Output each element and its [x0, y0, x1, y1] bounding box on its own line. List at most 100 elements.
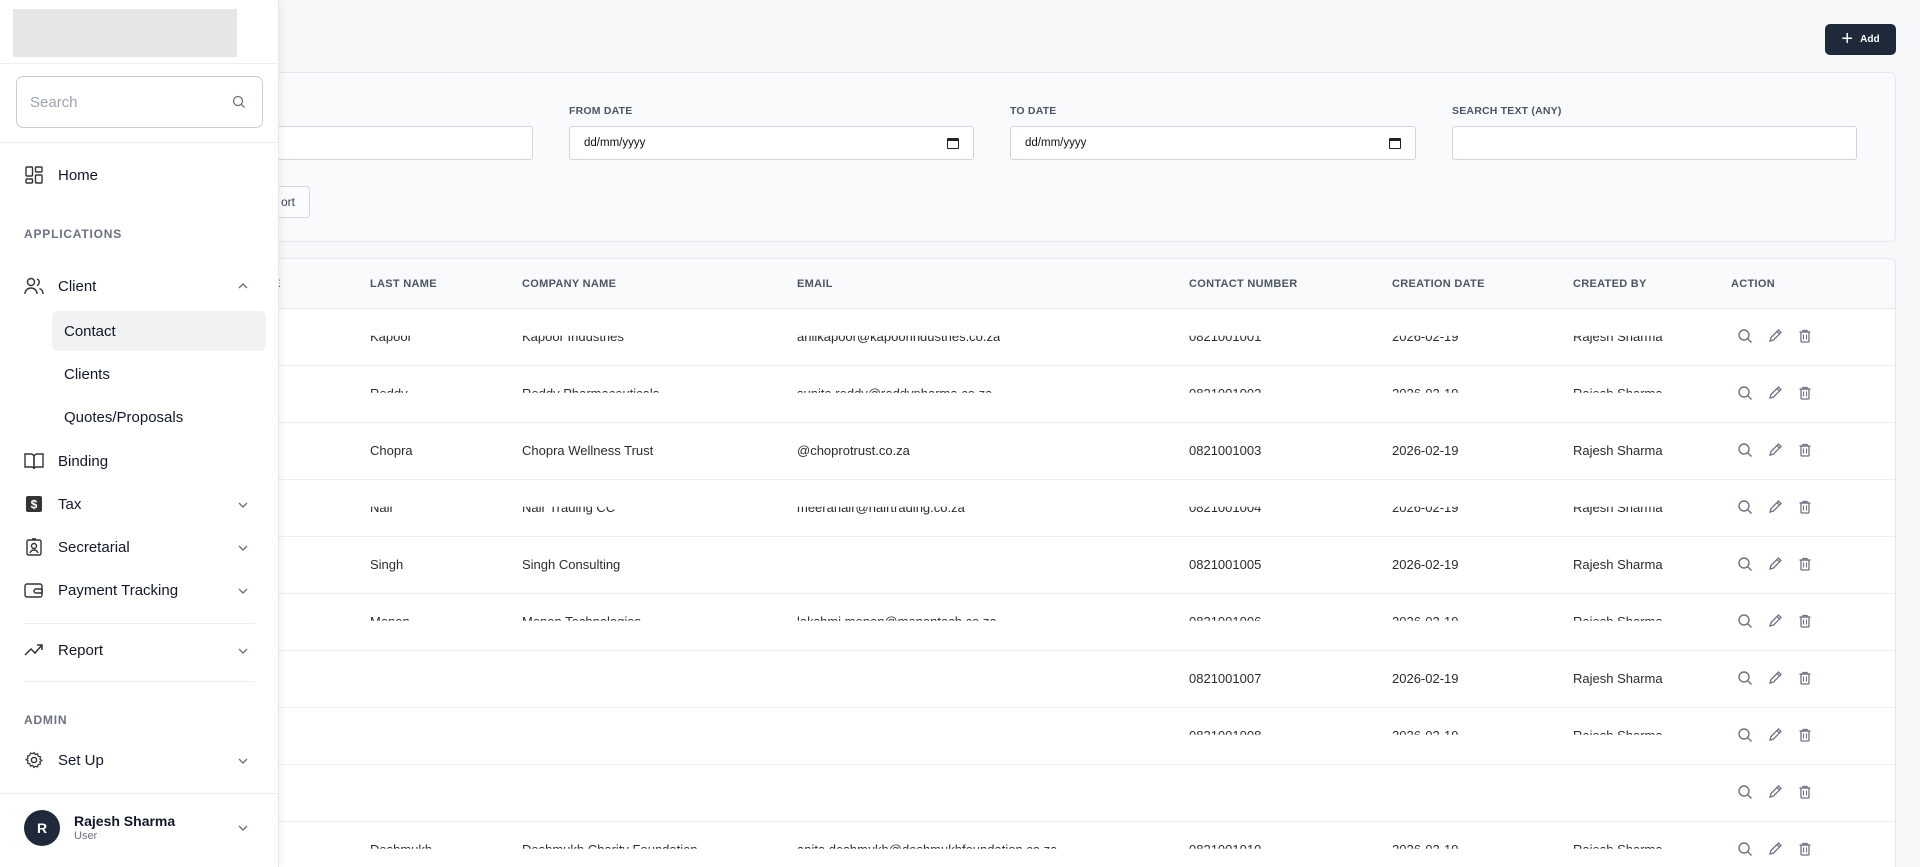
calendar-icon[interactable] — [1389, 137, 1401, 149]
sidebar-item-label: Secretarial — [58, 538, 130, 556]
edit-icon[interactable] — [1767, 385, 1785, 403]
add-button-label: Add — [1860, 34, 1880, 45]
sidebar-item-label: Client — [58, 277, 97, 295]
divider — [0, 793, 279, 794]
cell-date: 2026-02-19 — [1392, 671, 1459, 686]
search-text-input[interactable] — [1452, 126, 1857, 160]
sidebar-item-binding[interactable]: Binding — [24, 451, 108, 471]
sidebar-subitem-quotes[interactable]: Quotes/Proposals — [52, 397, 266, 437]
cell-date: 2026-02-19 — [1392, 329, 1459, 344]
sidebar-item-label: Home — [58, 166, 99, 184]
delete-icon[interactable] — [1797, 556, 1815, 574]
table-row[interactable]: Menon Menon Technologies lakshmi.menon@men… — [211, 594, 1895, 651]
view-icon[interactable] — [1737, 328, 1755, 346]
view-icon[interactable] — [1737, 670, 1755, 688]
delete-icon[interactable] — [1797, 613, 1815, 631]
cell-date: 2026-02-19 — [1392, 443, 1459, 458]
chevron-down-icon[interactable] — [236, 541, 250, 555]
delete-icon[interactable] — [1797, 670, 1815, 688]
svg-text:$: $ — [31, 498, 38, 512]
cell-date: 2026-02-19 — [1392, 842, 1459, 857]
delete-icon[interactable] — [1797, 841, 1815, 859]
table-row[interactable] — [211, 765, 1895, 822]
cell-company: Singh Consulting — [522, 557, 621, 572]
to-date-input[interactable]: dd/mm/yyyy — [1010, 126, 1416, 160]
view-icon[interactable] — [1737, 385, 1755, 403]
user-profile[interactable]: R Rajesh Sharma User — [24, 810, 175, 846]
plus-icon: + — [1841, 27, 1854, 50]
sidebar-item-label: Clients — [64, 365, 110, 383]
view-icon[interactable] — [1737, 556, 1755, 574]
edit-icon[interactable] — [1767, 784, 1785, 802]
col-creation-date: CREATION DATE — [1392, 278, 1485, 290]
chevron-up-icon[interactable] — [236, 279, 250, 293]
sidebar-search-input[interactable]: Search — [16, 76, 263, 128]
delete-icon[interactable] — [1797, 385, 1815, 403]
view-icon[interactable] — [1737, 442, 1755, 460]
sidebar-subitem-contact[interactable]: Contact — [52, 311, 266, 351]
cell-by: Rajesh Sharma — [1573, 671, 1663, 686]
edit-icon[interactable] — [1767, 613, 1785, 631]
cell-email: lakshmi.menon@menontech.co.za — [797, 614, 997, 629]
chevron-down-icon[interactable] — [236, 821, 250, 835]
cell-email: anita.deshmukh@deshmukhfoundation.co.za — [797, 842, 1058, 857]
sidebar-item-tax[interactable]: $ Tax — [24, 494, 81, 514]
table-row[interactable]: Nair Nair Trading CC meeranair@nairtrading… — [211, 480, 1895, 537]
chevron-down-icon[interactable] — [236, 644, 250, 658]
delete-icon[interactable] — [1797, 784, 1815, 802]
sidebar-item-home[interactable]: Home — [24, 165, 98, 185]
cell-by: Rajesh Sharma — [1573, 329, 1663, 344]
table-row[interactable]: 0821001007 2026-02-19 Rajesh Sharma — [211, 651, 1895, 708]
sidebar-item-secretarial[interactable]: Secretarial — [24, 537, 130, 557]
section-applications: APPLICATIONS — [24, 227, 123, 241]
edit-icon[interactable] — [1767, 442, 1785, 460]
cell-company: Deshmukh Charity Foundation — [522, 842, 698, 857]
sidebar-item-report[interactable]: Report — [24, 640, 103, 660]
dashboard-icon — [24, 165, 44, 185]
cell-company: Reddy Pharmaceuticals — [522, 386, 660, 401]
edit-icon[interactable] — [1767, 841, 1785, 859]
edit-icon[interactable] — [1767, 328, 1785, 346]
divider — [24, 623, 255, 624]
edit-icon[interactable] — [1767, 670, 1785, 688]
edit-icon[interactable] — [1767, 499, 1785, 517]
view-icon[interactable] — [1737, 727, 1755, 745]
delete-icon[interactable] — [1797, 442, 1815, 460]
cell-email: meeranair@nairtrading.co.za — [797, 500, 965, 515]
edit-icon[interactable] — [1767, 727, 1785, 745]
export-button-label: ort — [280, 195, 295, 209]
table-row[interactable]: Singh Singh Consulting 0821001005 2026-02-1… — [211, 537, 1895, 594]
cell-phone: 0821001005 — [1189, 557, 1262, 572]
sidebar-subitem-clients[interactable]: Clients — [52, 354, 266, 394]
edit-icon[interactable] — [1767, 556, 1785, 574]
add-button[interactable]: + Add — [1825, 24, 1896, 55]
cell-company: Nair Trading CC — [522, 500, 616, 515]
to-date-label: TO DATE — [1010, 105, 1057, 117]
from-date-label: FROM DATE — [569, 105, 633, 117]
cell-phone: 0821001003 — [1189, 443, 1262, 458]
view-icon[interactable] — [1737, 841, 1755, 859]
view-icon[interactable] — [1737, 784, 1755, 802]
table-row[interactable]: Deshmukh Deshmukh Charity Foundation anita… — [211, 822, 1895, 867]
chevron-down-icon[interactable] — [236, 498, 250, 512]
cell-by: Rajesh Sharma — [1573, 443, 1663, 458]
table-row[interactable]: Kapoor Kapoor Industries anilkapoor@kapoor… — [211, 309, 1895, 366]
delete-icon[interactable] — [1797, 499, 1815, 517]
from-date-input[interactable]: dd/mm/yyyy — [569, 126, 974, 160]
sidebar-item-label: Set Up — [58, 751, 104, 769]
view-icon[interactable] — [1737, 613, 1755, 631]
sidebar-item-label: Binding — [58, 452, 109, 470]
delete-icon[interactable] — [1797, 328, 1815, 346]
table-row[interactable]: Chopra Chopra Wellness Trust @choprotrust.… — [211, 423, 1895, 480]
search-text-label: SEARCH TEXT (ANY) — [1452, 105, 1562, 117]
view-icon[interactable] — [1737, 499, 1755, 517]
table-row[interactable]: Reddy Reddy Pharmaceuticals sunita.reddy@r… — [211, 366, 1895, 423]
sidebar-item-setup[interactable]: Set Up — [24, 750, 104, 770]
chevron-down-icon[interactable] — [236, 584, 250, 598]
sidebar-item-payment-tracking[interactable]: Payment Tracking — [24, 580, 178, 600]
sidebar-item-client[interactable]: Client — [24, 276, 96, 296]
chevron-down-icon[interactable] — [236, 754, 250, 768]
delete-icon[interactable] — [1797, 727, 1815, 745]
calendar-icon[interactable] — [947, 137, 959, 149]
table-row[interactable]: 0821001008 2026-02-19 Rajesh Sharma — [211, 708, 1895, 765]
